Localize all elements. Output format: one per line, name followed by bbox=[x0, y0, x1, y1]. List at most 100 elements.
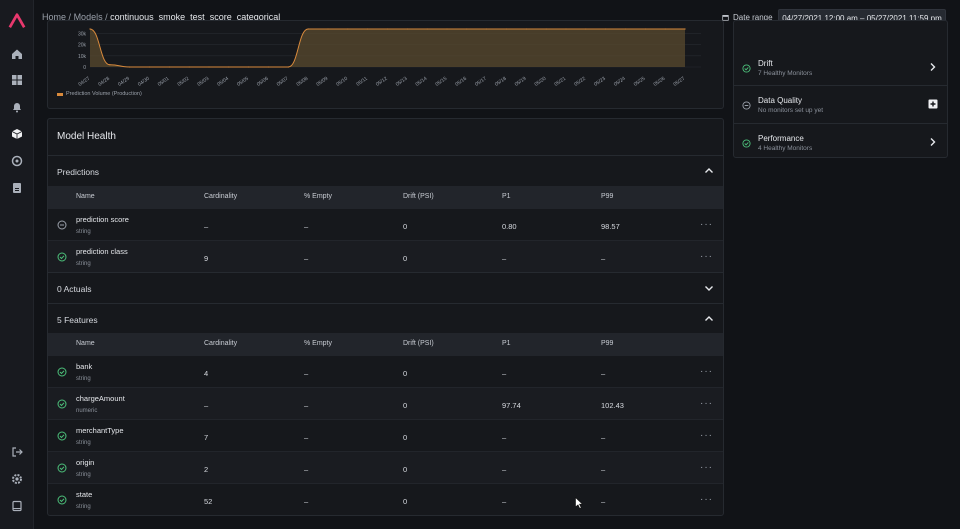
data-point[interactable] bbox=[109, 64, 111, 66]
chevron-right-icon[interactable] bbox=[928, 62, 938, 72]
book-icon[interactable] bbox=[8, 497, 26, 515]
section-label: 5 Features bbox=[57, 315, 98, 325]
data-point[interactable] bbox=[267, 66, 270, 68]
x-tick-label: 04/30 bbox=[137, 76, 151, 88]
minus-circle-icon bbox=[57, 220, 67, 230]
column-empty[interactable]: % Empty bbox=[304, 340, 332, 347]
row-name[interactable]: state bbox=[76, 490, 92, 499]
data-point[interactable] bbox=[89, 28, 91, 30]
data-point[interactable] bbox=[347, 28, 349, 30]
row-name[interactable]: bank bbox=[76, 362, 92, 371]
more-options-icon[interactable]: ··· bbox=[700, 430, 713, 441]
column-p1[interactable]: P1 bbox=[502, 193, 511, 200]
monitor-performance[interactable]: Performance 4 Healthy Monitors bbox=[734, 124, 947, 157]
more-options-icon[interactable]: ··· bbox=[700, 462, 713, 473]
column-drift[interactable]: Drift (PSI) bbox=[403, 340, 434, 347]
data-point[interactable] bbox=[307, 28, 309, 30]
model-health-card: Model Health Predictions Name Cardinalit… bbox=[47, 118, 724, 516]
data-point[interactable] bbox=[406, 28, 408, 30]
data-point[interactable] bbox=[486, 28, 488, 30]
column-name[interactable]: Name bbox=[76, 193, 95, 200]
data-point[interactable] bbox=[505, 28, 508, 30]
settings-icon[interactable] bbox=[8, 470, 26, 488]
logo-icon[interactable] bbox=[8, 12, 26, 30]
chevron-right-icon[interactable] bbox=[928, 137, 938, 147]
row-drift: 0 bbox=[403, 465, 408, 474]
data-point[interactable] bbox=[426, 28, 428, 30]
chevron-up-icon[interactable] bbox=[704, 314, 714, 324]
row-name[interactable]: chargeAmount bbox=[76, 394, 125, 403]
data-point[interactable] bbox=[664, 28, 666, 30]
table-row[interactable]: bank string 4 – 0 – – ··· bbox=[48, 355, 723, 387]
row-empty: – bbox=[304, 401, 309, 410]
data-point[interactable] bbox=[644, 28, 646, 30]
monitor-data-quality[interactable]: Data Quality No monitors set up yet bbox=[734, 86, 947, 124]
actuals-section-header[interactable]: 0 Actuals bbox=[48, 272, 723, 303]
data-point[interactable] bbox=[684, 28, 686, 30]
cube-icon[interactable] bbox=[8, 125, 26, 143]
data-point[interactable] bbox=[605, 28, 607, 30]
data-point[interactable] bbox=[386, 28, 389, 30]
data-point[interactable] bbox=[624, 28, 627, 30]
more-options-icon[interactable]: ··· bbox=[700, 398, 713, 409]
data-point[interactable] bbox=[248, 66, 250, 68]
features-section-header[interactable]: 5 Features bbox=[48, 303, 723, 334]
column-cardinality[interactable]: Cardinality bbox=[204, 340, 237, 347]
monitor-subtitle: 7 Healthy Monitors bbox=[758, 70, 813, 77]
logout-icon[interactable] bbox=[8, 443, 26, 461]
data-point[interactable] bbox=[287, 66, 289, 68]
data-point[interactable] bbox=[446, 28, 448, 30]
data-point[interactable] bbox=[565, 28, 567, 30]
data-point[interactable] bbox=[525, 28, 527, 30]
row-type: string bbox=[76, 440, 91, 446]
monitor-drift[interactable]: Drift 7 Healthy Monitors bbox=[734, 48, 947, 86]
data-point[interactable] bbox=[466, 28, 468, 30]
row-name[interactable]: origin bbox=[76, 458, 94, 467]
more-options-icon[interactable]: ··· bbox=[700, 366, 713, 377]
column-name[interactable]: Name bbox=[76, 340, 95, 347]
monitor-title: Drift bbox=[758, 59, 773, 68]
data-point[interactable] bbox=[129, 66, 131, 68]
row-type: numeric bbox=[76, 408, 98, 414]
table-row[interactable]: merchantType string 7 – 0 – – ··· bbox=[48, 419, 723, 451]
more-options-icon[interactable]: ··· bbox=[700, 494, 713, 505]
row-empty: – bbox=[304, 465, 309, 474]
chevron-up-icon[interactable] bbox=[704, 166, 714, 176]
more-options-icon[interactable]: ··· bbox=[700, 251, 713, 262]
add-icon[interactable] bbox=[928, 99, 938, 109]
sidebar bbox=[0, 0, 34, 529]
table-row[interactable]: state string 52 – 0 – – ··· bbox=[48, 483, 723, 515]
more-options-icon[interactable]: ··· bbox=[700, 219, 713, 230]
column-p99[interactable]: P99 bbox=[601, 193, 613, 200]
data-point[interactable] bbox=[545, 28, 547, 30]
data-point[interactable] bbox=[585, 28, 587, 30]
layers-icon[interactable] bbox=[8, 152, 26, 170]
row-name[interactable]: prediction score bbox=[76, 215, 129, 224]
data-point[interactable] bbox=[228, 66, 230, 68]
predictions-section-header[interactable]: Predictions bbox=[48, 155, 723, 186]
data-point[interactable] bbox=[208, 66, 210, 68]
chevron-down-icon[interactable] bbox=[704, 283, 714, 293]
row-drift: 0 bbox=[403, 254, 408, 263]
row-name[interactable]: prediction class bbox=[76, 247, 128, 256]
row-name[interactable]: merchantType bbox=[76, 426, 124, 435]
data-point[interactable] bbox=[367, 28, 369, 30]
column-cardinality[interactable]: Cardinality bbox=[204, 193, 237, 200]
dashboard-icon[interactable] bbox=[8, 71, 26, 89]
chart-legend[interactable]: Prediction Volume (Production) bbox=[57, 91, 142, 97]
column-drift[interactable]: Drift (PSI) bbox=[403, 193, 434, 200]
column-p1[interactable]: P1 bbox=[502, 340, 511, 347]
home-icon[interactable] bbox=[8, 45, 26, 63]
table-row[interactable]: prediction class string 9 – 0 – – ··· bbox=[48, 240, 723, 272]
table-row[interactable]: prediction score string – – 0 0.80 98.57 ··· bbox=[48, 208, 723, 240]
data-point[interactable] bbox=[148, 66, 151, 68]
table-row[interactable]: chargeAmount numeric – – 0 97.74 102.43 ··· bbox=[48, 387, 723, 419]
table-row[interactable]: origin string 2 – 0 – – ··· bbox=[48, 451, 723, 483]
data-point[interactable] bbox=[188, 66, 190, 68]
data-point[interactable] bbox=[327, 28, 329, 30]
data-point[interactable] bbox=[168, 66, 170, 68]
column-p99[interactable]: P99 bbox=[601, 340, 613, 347]
report-icon[interactable] bbox=[8, 179, 26, 197]
bell-icon[interactable] bbox=[8, 98, 26, 116]
column-empty[interactable]: % Empty bbox=[304, 193, 332, 200]
